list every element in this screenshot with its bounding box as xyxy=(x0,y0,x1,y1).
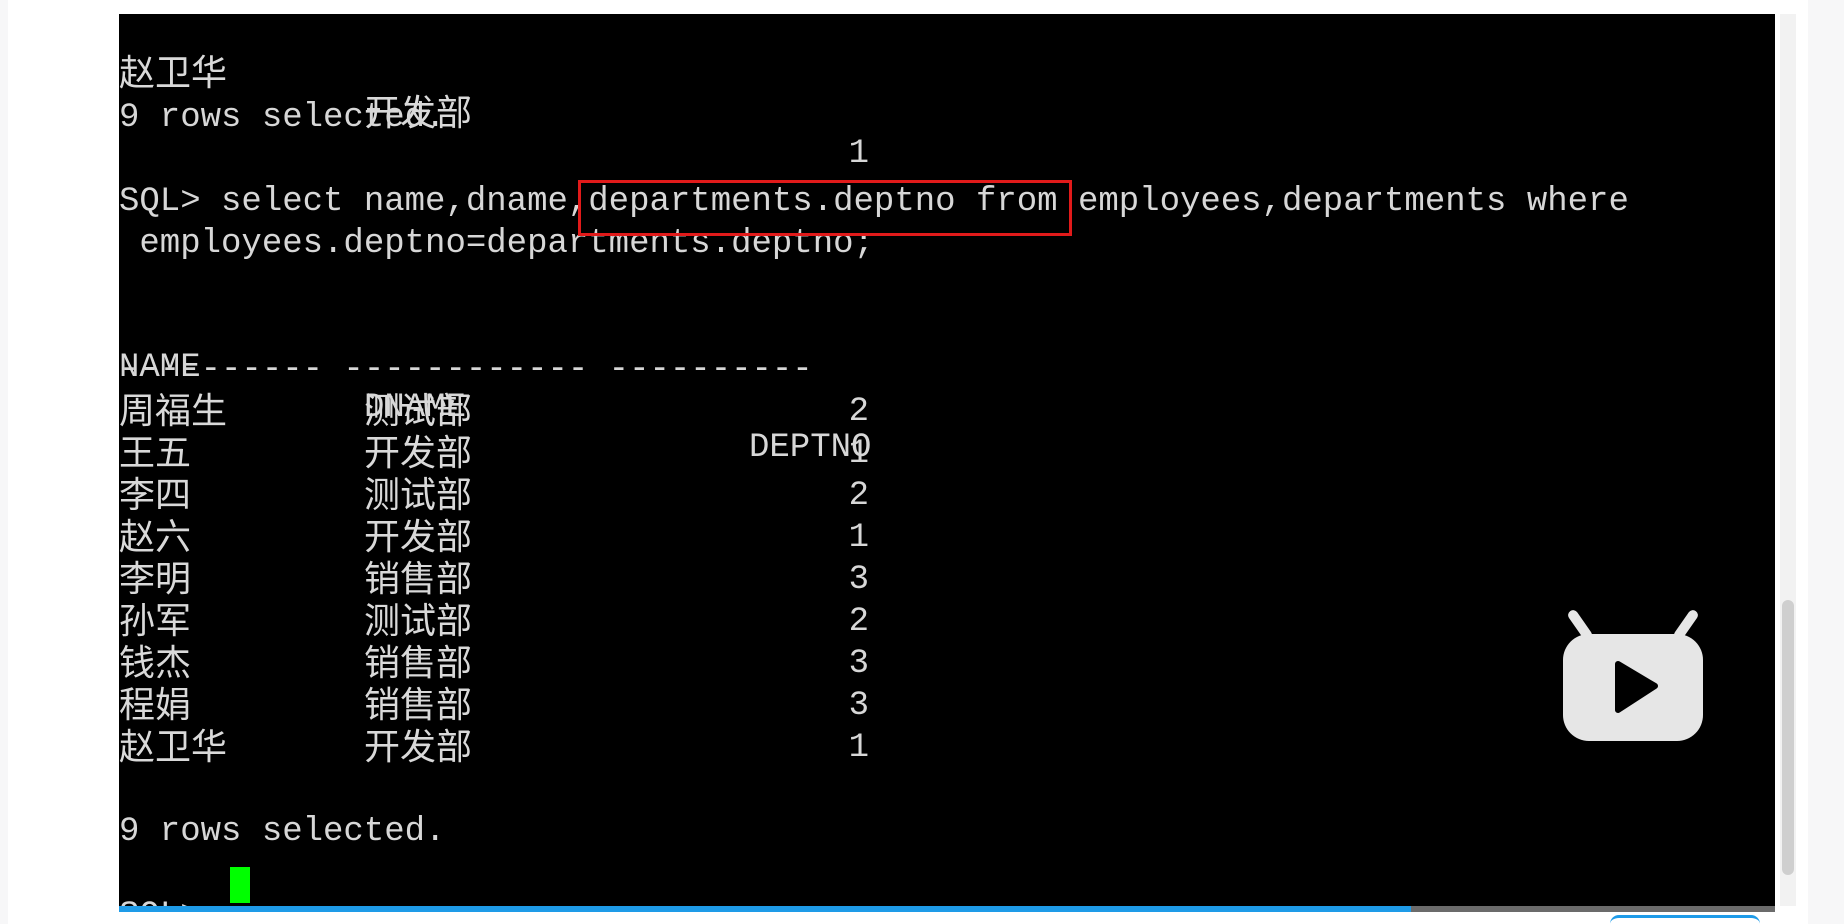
row-dname: 开发部 xyxy=(364,517,473,558)
row-deptno: 1 xyxy=(848,519,869,557)
row-dname: 开发部 xyxy=(364,433,473,474)
row-name: 周福生 xyxy=(119,391,228,432)
row-name: 孙军 xyxy=(119,601,192,642)
row-name: 王五 xyxy=(119,433,192,474)
bilibili-tv-icon[interactable] xyxy=(1563,606,1703,741)
row-name: 李明 xyxy=(119,559,192,600)
annotation-highlight-box xyxy=(578,180,1072,236)
row-deptno: 2 xyxy=(848,603,869,641)
column-headers: NAME DNAME DEPTNO xyxy=(119,308,871,467)
terminal-cursor xyxy=(230,867,250,903)
row-name: 钱杰 xyxy=(119,643,192,684)
rows-selected-text: 9 rows selected. xyxy=(119,99,446,137)
rows-selected-text: 9 rows selected. xyxy=(119,813,446,851)
sqlplus-terminal[interactable]: 赵卫华 开发部 1 9 rows selected. SQL> select n… xyxy=(119,14,1775,906)
scrollbar-thumb[interactable] xyxy=(1782,600,1794,875)
row-deptno: 1 xyxy=(848,435,869,473)
row-deptno: 3 xyxy=(848,687,869,725)
sql-prompt: SQL> xyxy=(119,896,221,906)
row-dname: 测试部 xyxy=(364,475,473,516)
row-dname: 测试部 xyxy=(364,391,473,432)
row-deptno: 2 xyxy=(848,477,869,515)
row-deptno: 1 xyxy=(848,729,869,767)
bottom-control-button[interactable] xyxy=(1610,915,1760,924)
row-name: 赵卫华 xyxy=(119,727,228,768)
row-dname: 销售部 xyxy=(364,685,473,726)
row-dname: 销售部 xyxy=(364,643,473,684)
header-separator: ---------- ------------ ---------- xyxy=(119,351,813,389)
table-row: 赵卫华 开发部 1 xyxy=(119,14,869,174)
row-deptno: 1 xyxy=(848,135,869,173)
row-name: 赵卫华 xyxy=(119,53,228,94)
row-dname: 测试部 xyxy=(364,601,473,642)
row-dname: 销售部 xyxy=(364,559,473,600)
row-name: 赵六 xyxy=(119,517,192,558)
row-deptno: 3 xyxy=(848,645,869,683)
row-deptno: 3 xyxy=(848,561,869,599)
row-name: 李四 xyxy=(119,475,192,516)
bottom-strip xyxy=(119,912,1775,924)
row-deptno: 2 xyxy=(848,393,869,431)
row-name: 程娟 xyxy=(119,685,192,726)
row-dname: 开发部 xyxy=(364,727,473,768)
